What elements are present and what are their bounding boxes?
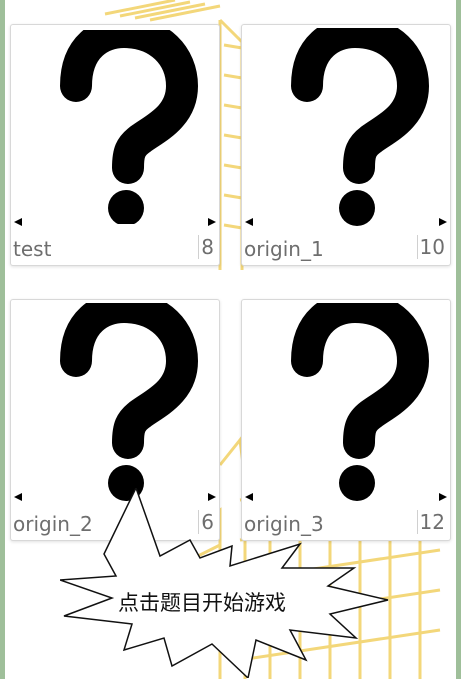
hint-text: 点击题目开始游戏 xyxy=(118,591,286,615)
question-mark-image xyxy=(245,303,447,501)
puzzle-count: 8 xyxy=(198,235,216,259)
question-mark-image xyxy=(14,303,216,501)
puzzle-title: test xyxy=(13,237,52,261)
question-mark-image xyxy=(245,28,447,226)
puzzle-card-test[interactable]: test 8 xyxy=(10,24,220,266)
hint-speech-bubble xyxy=(60,488,389,678)
puzzle-title: origin_1 xyxy=(244,237,324,261)
question-mark-image xyxy=(14,28,216,226)
puzzle-count: 12 xyxy=(416,510,447,534)
puzzle-count: 10 xyxy=(416,235,447,259)
puzzle-card-origin-1[interactable]: origin_1 10 xyxy=(241,24,451,266)
